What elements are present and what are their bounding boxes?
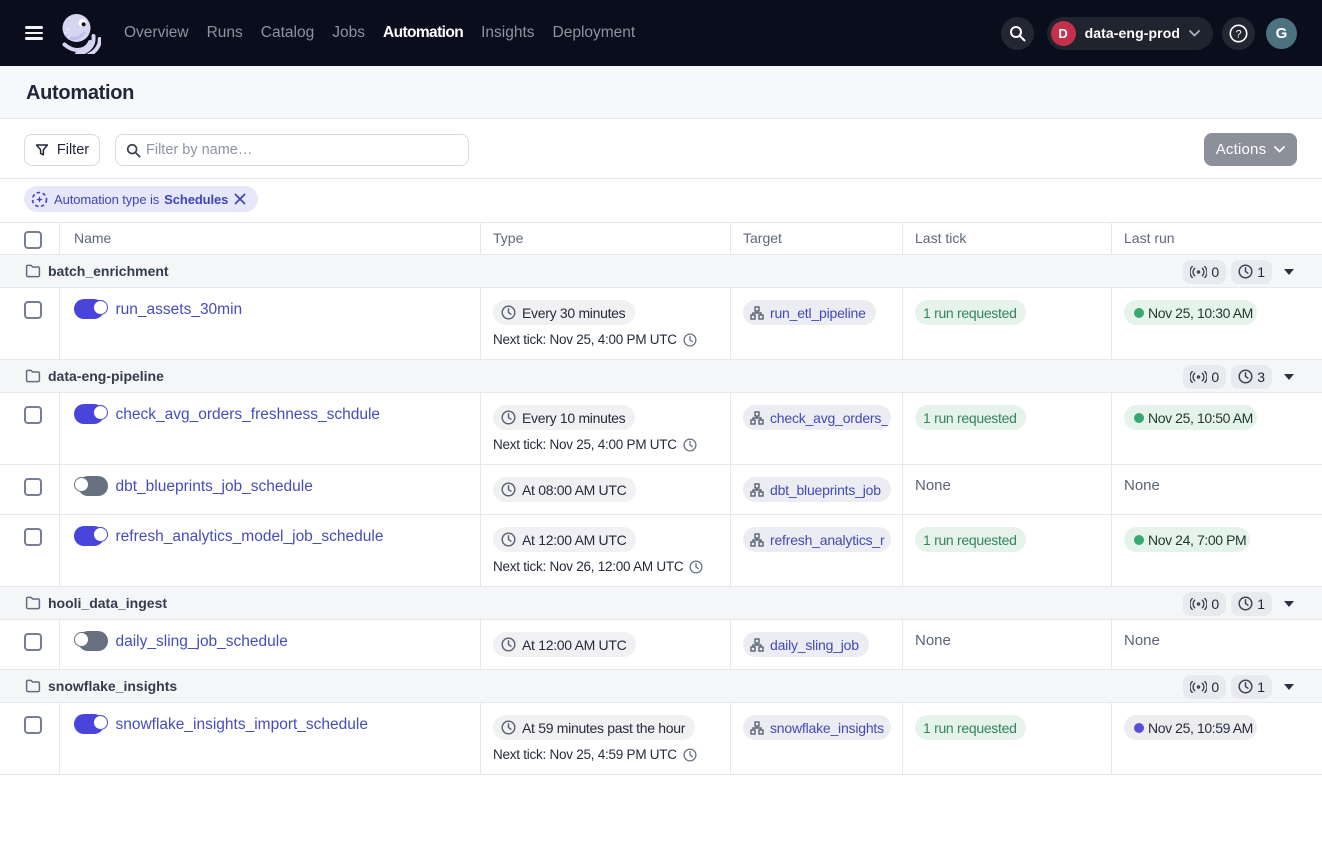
svg-text:?: ? [1235,28,1241,40]
